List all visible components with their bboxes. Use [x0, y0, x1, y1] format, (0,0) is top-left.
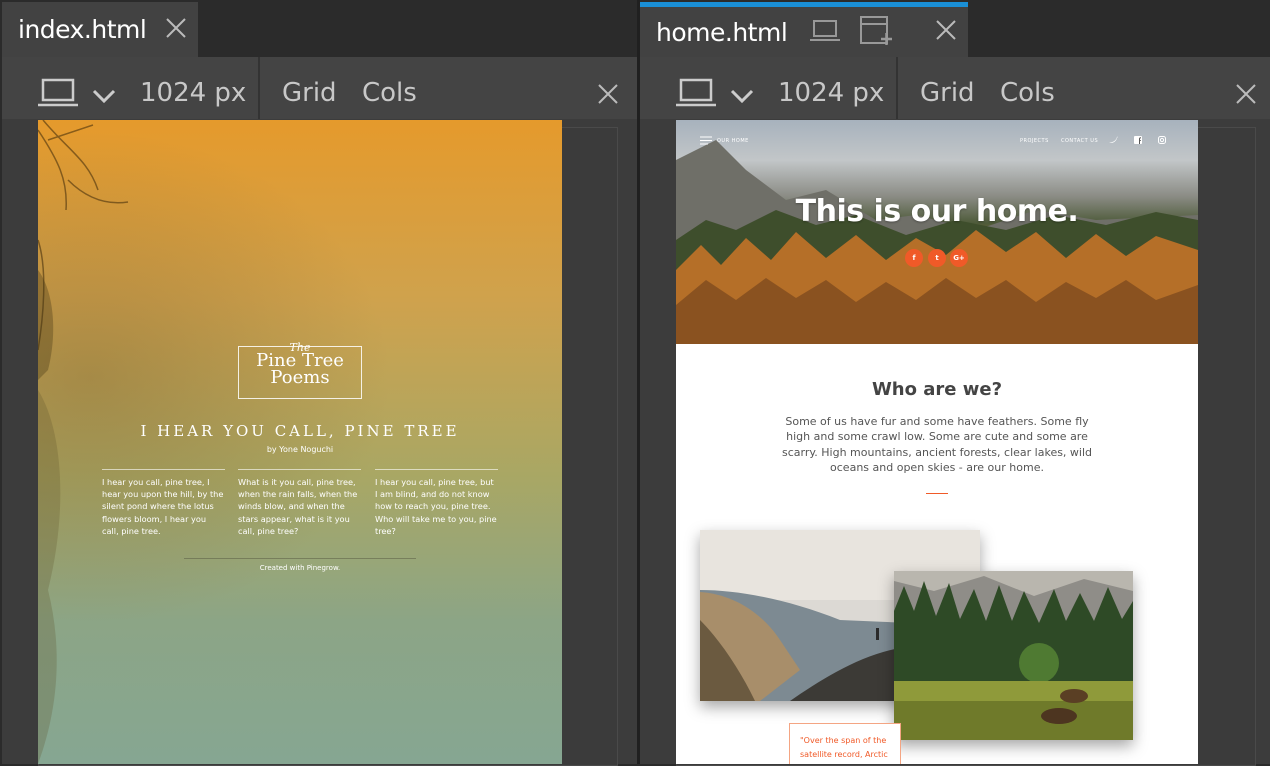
- nav-link-projects[interactable]: PROJECTS: [1020, 138, 1049, 144]
- branch-decoration: [38, 120, 129, 380]
- laptop-icon[interactable]: [38, 78, 78, 108]
- forest-deer-photo[interactable]: [894, 571, 1133, 740]
- close-icon[interactable]: [165, 17, 187, 39]
- cols-button[interactable]: Cols: [1000, 57, 1055, 119]
- twitter-icon[interactable]: [1109, 136, 1118, 144]
- poem-column-3: I hear you call, pine tree, but I am bli…: [375, 469, 498, 537]
- close-icon[interactable]: [935, 19, 957, 41]
- toolbar-divider: [258, 57, 260, 119]
- tab-label: index.html: [18, 15, 147, 44]
- section-text: Some of us have fur and some have feathe…: [781, 415, 1093, 474]
- right-page-preview[interactable]: OUR HOME PROJECTS CONTACT US This is our…: [676, 120, 1198, 764]
- grid-button[interactable]: Grid: [282, 57, 337, 119]
- site-logo: The Pine Tree Poems: [238, 341, 362, 399]
- laptop-icon[interactable]: [676, 78, 716, 108]
- toolbar-divider: [896, 57, 898, 119]
- facebook-share-button[interactable]: f: [905, 249, 923, 267]
- chevron-down-icon[interactable]: [92, 89, 116, 103]
- tab-home-html[interactable]: home.html: [640, 2, 968, 57]
- left-page-preview[interactable]: The Pine Tree Poems I HEAR YOU CALL, PIN…: [38, 120, 562, 764]
- section-title: Who are we?: [871, 379, 1003, 400]
- poem-column-2: What is it you call, pine tree, when the…: [238, 469, 361, 537]
- hero-landscape: [676, 140, 1198, 344]
- hero-title: This is our home.: [795, 194, 1079, 229]
- grid-button[interactable]: Grid: [920, 57, 975, 119]
- chevron-down-icon[interactable]: [730, 89, 754, 103]
- width-value[interactable]: 1024 px: [778, 57, 884, 119]
- poem-byline: by Yone Noguchi: [266, 445, 334, 454]
- nav-brand[interactable]: OUR HOME: [717, 138, 749, 144]
- tab-label: home.html: [656, 17, 788, 47]
- google-plus-share-button[interactable]: G+: [950, 249, 968, 267]
- close-icon[interactable]: [1235, 83, 1257, 105]
- hamburger-menu-icon[interactable]: [700, 136, 712, 145]
- quote-card: "Over the span of the satellite record, …: [789, 723, 901, 764]
- poem-title: I HEAR YOU CALL, PINE TREE: [140, 422, 460, 440]
- right-toolbar: 1024 px Grid Cols: [640, 57, 1270, 119]
- close-icon[interactable]: [597, 83, 619, 105]
- facebook-icon[interactable]: [1134, 136, 1142, 144]
- left-toolbar: 1024 px Grid Cols: [2, 57, 637, 119]
- cols-button[interactable]: Cols: [362, 57, 417, 119]
- quote-line-1: "Over the span of the: [800, 736, 887, 745]
- logo-line2: Poems: [270, 367, 330, 388]
- footer-divider: [184, 558, 416, 559]
- footer-credit: Created with Pinegrow.: [259, 564, 341, 572]
- hero-section: OUR HOME PROJECTS CONTACT US This is our…: [676, 120, 1198, 344]
- tab-index-html[interactable]: index.html: [2, 2, 198, 57]
- accent-divider: [926, 493, 948, 494]
- width-value[interactable]: 1024 px: [140, 57, 246, 119]
- poem-column-1: I hear you call, pine tree, I hear you u…: [102, 469, 225, 537]
- nav-link-contact[interactable]: CONTACT US: [1061, 138, 1098, 144]
- instagram-icon[interactable]: [1158, 136, 1166, 144]
- twitter-share-button[interactable]: t: [928, 249, 946, 267]
- new-window-icon[interactable]: [859, 15, 893, 49]
- quote-line-2: satellite record, Arctic: [800, 750, 888, 759]
- laptop-icon[interactable]: [810, 19, 840, 43]
